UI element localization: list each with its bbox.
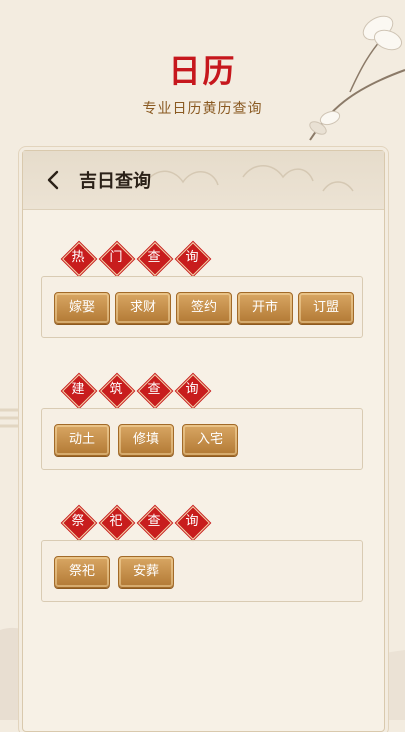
badge-char: 询: [185, 514, 199, 529]
badge-char: 询: [185, 250, 199, 265]
badge-char: 筑: [109, 382, 123, 397]
chevron-left-icon: [47, 170, 59, 190]
badge-char: 查: [147, 514, 161, 529]
tag-sacrifice[interactable]: 祭祀: [54, 556, 110, 588]
cloud-pattern-background: [142, 165, 354, 192]
tag-move-in[interactable]: 入宅: [182, 424, 238, 456]
auspicious-day-card: 吉日查询 热 门 查 询 嫁娶 求财 签约 开市 订盟 建 筑 查 询 动土 修…: [22, 150, 385, 732]
tag-repair[interactable]: 修填: [118, 424, 174, 456]
tag-contract[interactable]: 签约: [176, 292, 232, 324]
tag-container: 祭祀 安葬: [41, 540, 363, 602]
tag-wealth[interactable]: 求财: [115, 292, 171, 324]
badge-char: 热: [71, 250, 85, 265]
app-title: 日历: [168, 52, 237, 90]
tag-engagement[interactable]: 订盟: [298, 292, 354, 324]
badge-char: 祀: [109, 514, 123, 529]
card-header: 吉日查询: [23, 151, 384, 210]
tag-container: 动土 修填 入宅: [41, 408, 363, 470]
tag-marriage[interactable]: 嫁娶: [54, 292, 110, 324]
back-button[interactable]: [41, 167, 67, 193]
badge-char: 门: [109, 250, 123, 265]
tag-burial[interactable]: 安葬: [118, 556, 174, 588]
badge-char: 查: [147, 250, 161, 265]
badge-char: 建: [71, 382, 85, 397]
app-subtitle: 专业日历黄历查询: [142, 101, 263, 117]
tag-container: 嫁娶 求财 签约 开市 订盟: [41, 276, 363, 338]
tag-groundbreaking[interactable]: 动土: [54, 424, 110, 456]
badge-char: 祭: [71, 514, 85, 529]
app-header: 日历 专业日历黄历查询: [0, 0, 405, 150]
page-title: 吉日查询: [79, 171, 151, 192]
badge-char: 查: [147, 382, 161, 397]
tag-open-business[interactable]: 开市: [237, 292, 293, 324]
badge-char: 询: [185, 382, 199, 397]
